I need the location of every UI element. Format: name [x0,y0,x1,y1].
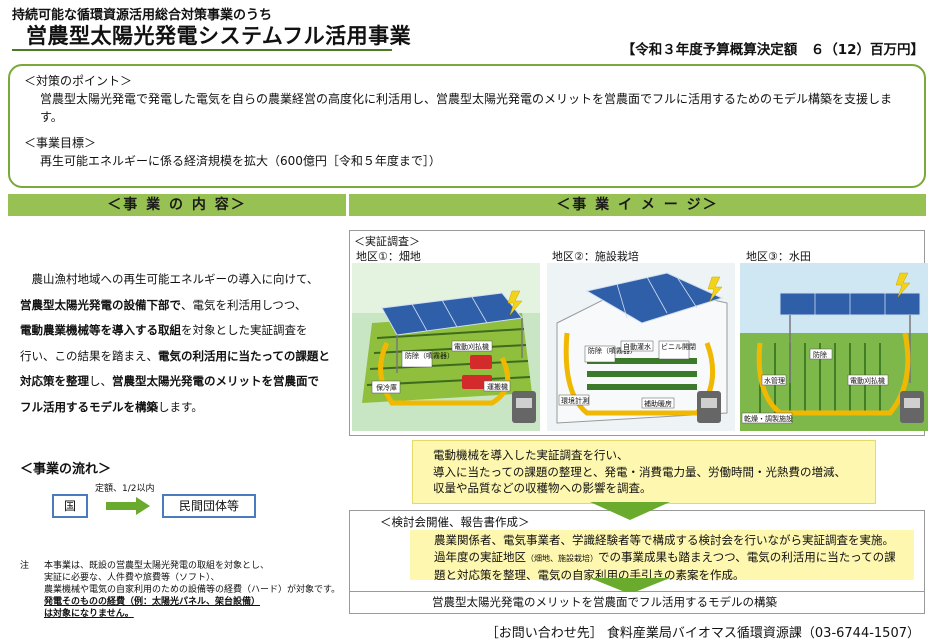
flow-heading: ＜事業の流れ＞ [20,462,112,477]
content-line-4: 行い、この結果を踏まえ、 [20,348,158,363]
paddy-scene-illustration: 防除 水管理 電動刈払機 乾燥・調製施設 [740,263,928,431]
meeting-line: 過年度の実証地区 [434,549,526,564]
greenhouse-label-monitor: 環境計測 [561,396,589,405]
meeting-summary-box: 農業関係者、電気事業者、学識経験者等で構成する検討会を行いながら実証調査を実施。… [410,530,914,582]
survey-summary-line: 収量や品質などの収穫物への影響を調査。 [433,481,652,495]
survey-label: ＜実証調査＞ [354,235,420,248]
notes-line: 実証に必要な、人件費や旅費等（ソフト）、 [44,573,220,583]
final-outcome: 営農型太陽光発電のメリットを営農面でフル活用するモデルの構築 [349,592,925,614]
region-label-greenhouse: 地区②：施設栽培 [552,250,639,263]
goal-heading: ＜事業目標＞ [24,136,97,150]
policy-box: ＜対策のポイント＞ 営農型太陽光発電で発電した電気を自らの農業経営の高度化に利活… [8,64,926,188]
meeting-title: ＜検討会開催、報告書作成＞ [380,515,530,529]
content-line-2: 、電気を利活用しつつ、 [181,297,307,312]
paddy-label-spray: 防除 [813,350,827,359]
field-scene-illustration: 防除（噴霧器） 電動刈払機 保冷庫 運搬機 [352,263,540,431]
flow-arrow-icon [106,497,150,515]
field-label-spray: 防除（噴霧器） [405,351,454,360]
down-arrow-icon [590,502,670,520]
content-bold-2: 電動農業機械等を導入する取組 [20,323,181,337]
meeting-line: 題と対応策を整理、電気の自家利用の手引きの素案を作成。 [434,568,745,582]
content-section-header: ＜事 業 の 内 容＞ [8,194,346,216]
notes-line-emphasis: 発電そのものの経費（例：太陽光パネル、架台設備） [44,597,261,607]
field-label-carrier: 運搬機 [487,382,508,391]
flow-box-country: 国 [52,494,88,518]
content-bold-5: 営農型太陽光発電のメリットを営農面で [112,374,319,388]
greenhouse-label-irrigation: 自動灌水 [623,342,651,351]
meeting-line: 農業関係者、電気事業者、学識経験者等で構成する検討会を行いながら実証調査を実施。 [434,533,894,547]
greenhouse-label-heater: 補助暖房 [644,399,672,408]
paddy-label-dryer: 乾燥・調製施設 [744,414,793,423]
point-text: 営農型太陽光発電で発電した電気を自らの農業経営の高度化に利活用し、営農型太陽光発… [40,92,893,124]
goal-text: 再生可能エネルギーに係る経済規模を拡大（600億円［令和５年度まで］） [40,154,441,168]
contact-info: ［お問い合わせ先］ 食料産業局バイオマス循環資源課（03-6744-1507） [485,626,920,641]
region-label-field: 地区①：畑地 [356,250,421,263]
meeting-line-small: （畑地、施設栽培） [526,553,598,563]
page-title: 営農型太陽光発電システムフル活用事業 [26,24,412,48]
paddy-label-water: 水管理 [764,376,785,385]
field-label-mower: 電動刈払機 [454,342,489,351]
content-bold-3: 電気の利活用に当たっての課題と [158,348,330,363]
meeting-line: での事業成果も踏まえつつ、電気の利活用に当たっての課 [598,549,896,564]
content-bold-4: 対応策を整理 [20,374,89,388]
content-line-5: し、 [89,374,112,388]
notes-mark: 注 [20,561,30,571]
survey-summary-box: 電動機械を導入した実証調査を行い、 導入に当たっての課題の整理と、発電・消費電力… [412,440,876,504]
title-underline [12,49,392,51]
point-heading: ＜対策のポイント＞ [24,74,133,88]
content-line-1: 農山漁村地域への再生可能エネルギーの導入に向けて、 [31,272,319,286]
content-line-3: を対象とした実証調査を [181,323,308,337]
content-line-6: します。 [158,399,203,414]
notes-line: 本事業は、既設の営農型太陽光発電の取組を対象とし、 [44,561,270,571]
greenhouse-scene-illustration: 防除（噴霧器） 自動灌水 ビニル開閉 環境計測 補助暖房 [547,263,735,431]
field-label-cooler: 保冷庫 [376,383,397,392]
notes: 注 本事業は、既設の営農型太陽光発電の取組を対象とし、 実証に必要な、人件費や旅… [20,560,344,620]
image-section-header: ＜事 業 イ メ ー ジ＞ [349,194,926,216]
flow-rate-note: 定額、1/2以内 [95,484,155,494]
content-bold-1: 営農型太陽光発電の設備下部で [20,297,181,312]
notes-line-emphasis: は対象になりません。 [44,609,134,619]
region-label-paddy: 地区③：水田 [746,250,811,263]
flow-box-private-org: 民間団体等 [162,494,256,518]
survey-summary-line: 電動機械を導入した実証調査を行い、 [433,448,629,462]
survey-summary-line: 導入に当たっての課題の整理と、発電・消費電力量、労働時間・光熱費の増減、 [433,464,846,479]
greenhouse-label-vinyl: ビニル開閉 [661,342,696,351]
content-description: 農山漁村地域への再生可能エネルギーの導入に向けて、 営農型太陽光発電の設備下部で… [20,267,340,420]
notes-line: 農業機械や電気の自家利用のための設備等の経費（ハード）が対象です。 [44,585,341,595]
budget-amount: 【令和３年度予算概算決定額 ６（12）百万円】 [621,42,924,58]
paddy-label-mower: 電動刈払機 [850,376,885,385]
content-bold-6: フル活用するモデルを構築 [20,399,158,414]
